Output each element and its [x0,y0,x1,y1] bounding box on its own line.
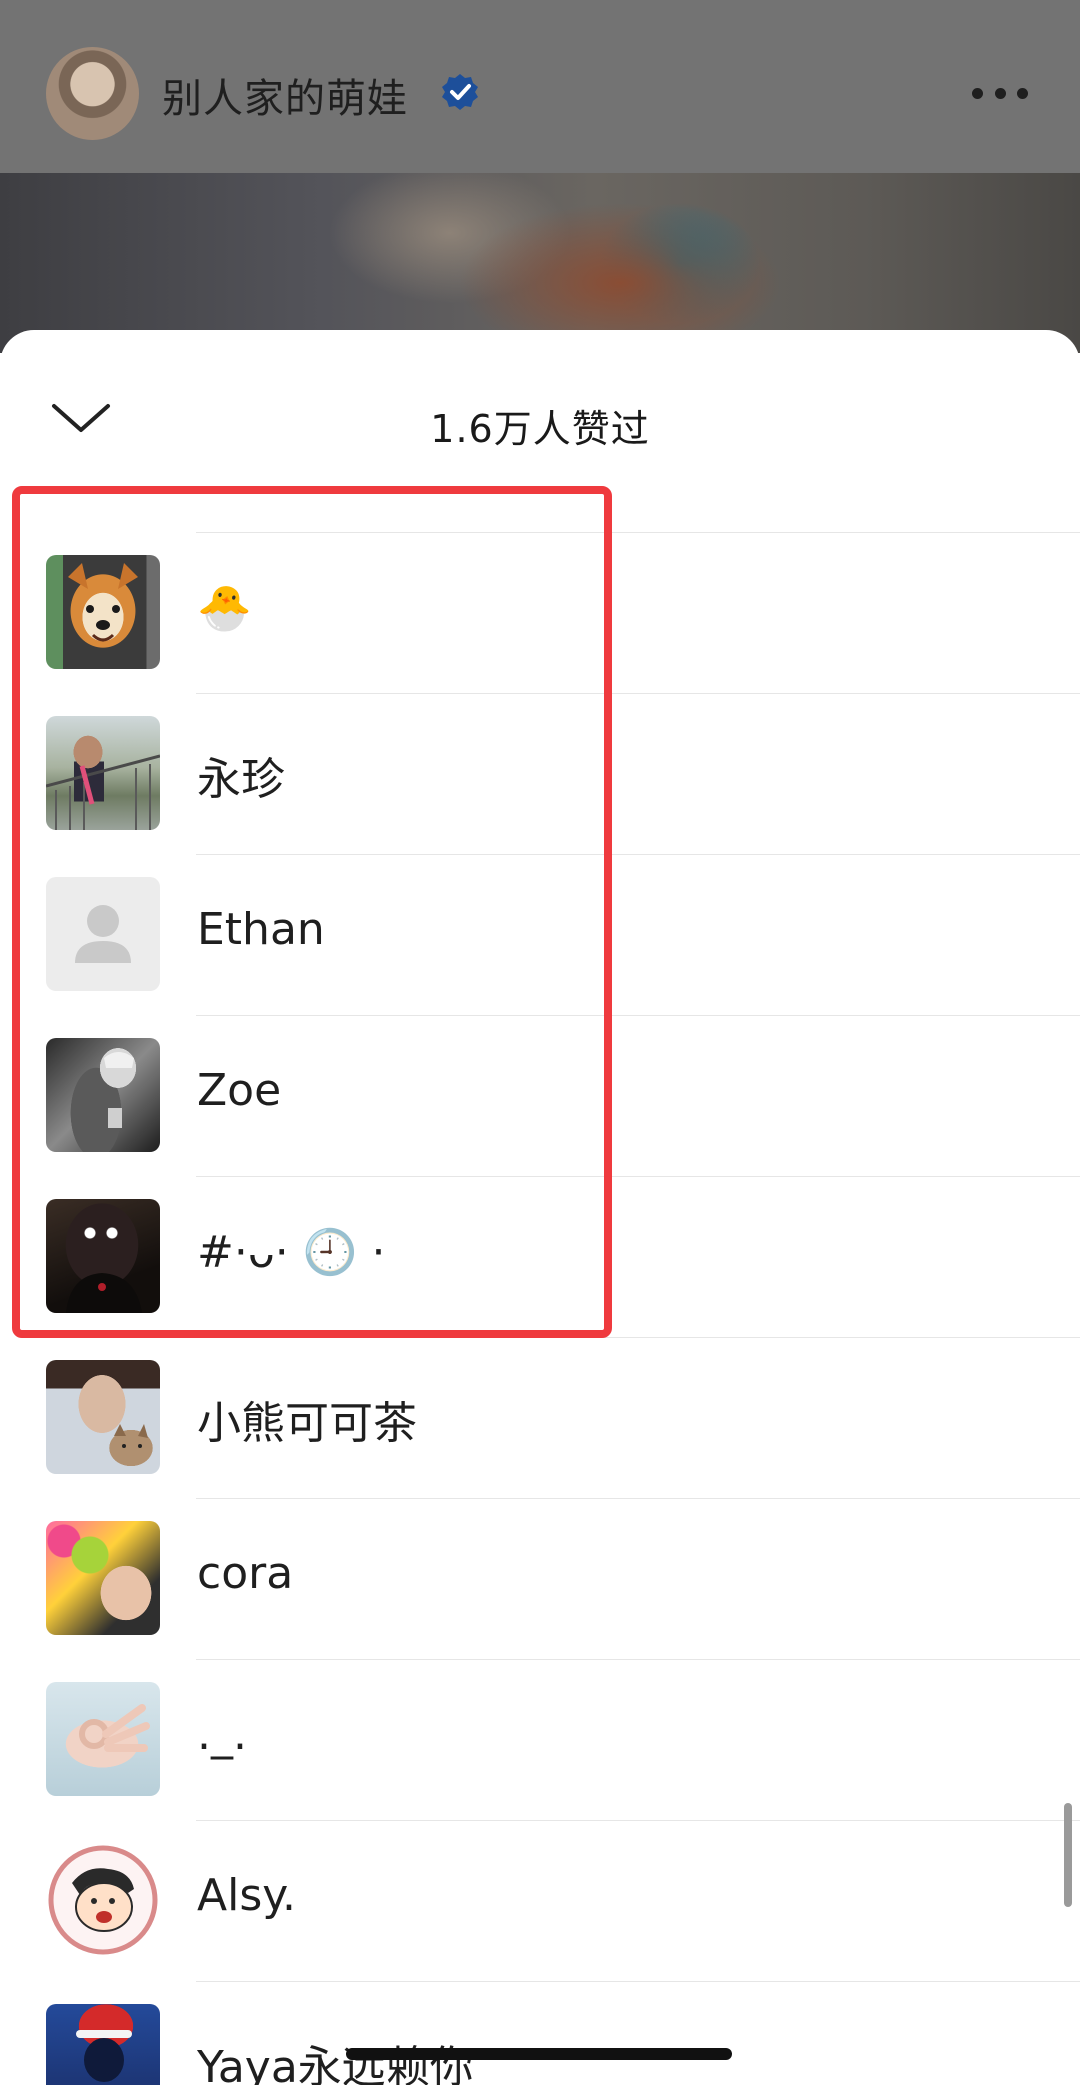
more-horizontal-icon[interactable] [972,88,1028,100]
liker-row[interactable]: 小熊可可茶 [0,1337,1080,1498]
liker-name: 小熊可可茶 [197,1398,417,1449]
black-white-photo-avatar[interactable] [46,1038,160,1152]
dark-figure-avatar[interactable] [46,1199,160,1313]
liker-name: cora [197,1548,294,1599]
liker-name: 永珍 [197,754,285,805]
liker-row[interactable]: Yaya永远赖你 [0,1981,1080,2085]
shiba-dog-avatar[interactable] [46,555,160,669]
liker-name: #·ᴗ· 🕘 · [197,1227,386,1278]
liker-name: Zoe [197,1065,282,1116]
liker-row[interactable]: Alsy. [0,1820,1080,1981]
liker-row[interactable]: cora [0,1498,1080,1659]
balloons-avatar[interactable] [46,1521,160,1635]
liker-row[interactable]: Zoe [0,1015,1080,1176]
home-indicator[interactable] [346,2048,732,2060]
post-photo [0,173,1080,353]
sheet-header: 1.6万人赞过 [0,330,1080,460]
hand-gesture-avatar[interactable] [46,1682,160,1796]
sheet-title: 1.6万人赞过 [430,407,650,451]
scrollbar[interactable] [1064,1803,1072,1907]
cartoon-boy-avatar[interactable] [46,1843,160,1957]
liker-row[interactable]: 🐣 [0,532,1080,693]
liker-name: 🐣 [197,583,252,634]
liker-name: Alsy. [197,1870,296,1921]
liker-name: ._. [197,1709,247,1760]
author-name[interactable]: 别人家的萌娃 [162,66,408,124]
post-header: 别人家的萌娃 [0,0,1080,173]
verified-badge-icon [442,74,478,110]
woman-on-bridge-avatar[interactable] [46,716,160,830]
liker-row[interactable]: Ethan [0,854,1080,1015]
liker-name: Ethan [197,904,325,955]
likes-sheet: 1.6万人赞过 🐣 永珍 Ethan Zoe #·ᴗ· 🕘 · 小熊可可茶 co… [0,330,1080,2085]
liker-row[interactable]: #·ᴗ· 🕘 · [0,1176,1080,1337]
default-user-avatar[interactable] [46,877,160,991]
liker-row[interactable]: ._. [0,1659,1080,1820]
santa-hat-avatar[interactable] [46,2004,160,2085]
likers-list: 🐣 永珍 Ethan Zoe #·ᴗ· 🕘 · 小熊可可茶 cora ._. A… [0,532,1080,2085]
liker-row[interactable]: 永珍 [0,693,1080,854]
girl-with-cat-avatar[interactable] [46,1360,160,1474]
author-avatar[interactable] [46,47,139,140]
